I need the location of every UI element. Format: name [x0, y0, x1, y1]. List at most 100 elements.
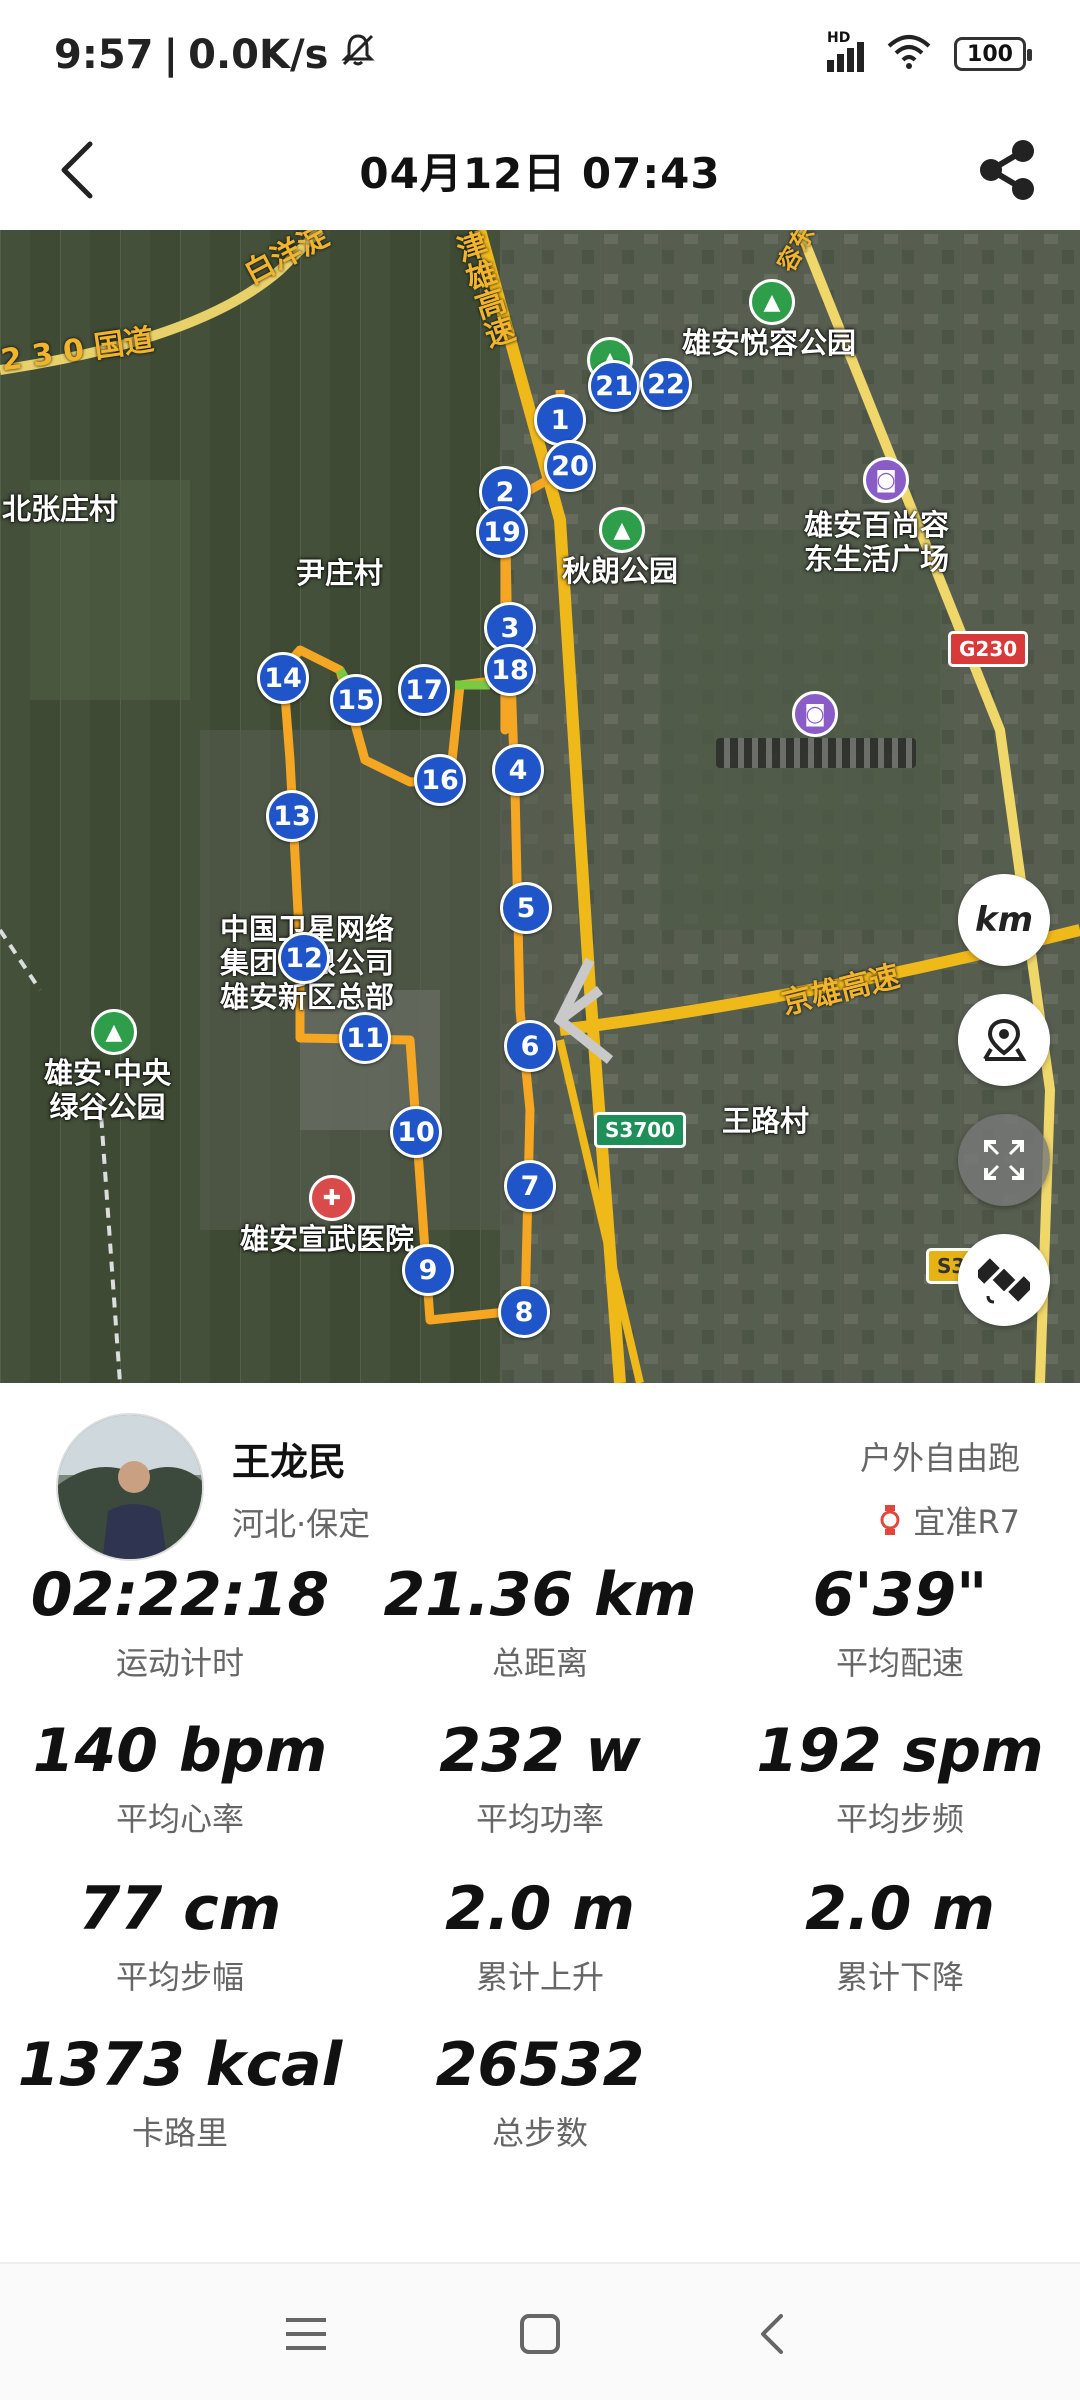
- menu-icon: [286, 2318, 326, 2350]
- km-marker: 1: [534, 394, 586, 446]
- km-marker: 5: [500, 882, 552, 934]
- nav-back-button[interactable]: [732, 2294, 812, 2374]
- stat-distance: 21.36 km 总距离: [360, 1560, 720, 1684]
- place-label-yinzhuang: 尹庄村: [296, 556, 384, 590]
- back-arrow-icon: [61, 141, 93, 199]
- place-label-baishangrong: 雄安百尚容 东生活广场: [804, 508, 950, 576]
- place-label-xuanwu-hospital: 雄安宣武医院: [240, 1222, 415, 1256]
- fullscreen-button[interactable]: [958, 1114, 1050, 1206]
- place-label-qiulang-park: 秋朗公园: [562, 554, 679, 588]
- km-marker: 21: [588, 360, 640, 412]
- stat-value: 192 spm: [756, 1716, 1044, 1786]
- page-title: 04月12日 07:43: [359, 148, 721, 198]
- shopping-basket-icon: ◙: [863, 457, 909, 503]
- signal-icon: HD: [827, 30, 864, 72]
- stat-heart-rate: 140 bpm 平均心率: [0, 1716, 360, 1840]
- stat-label: 总步数: [491, 2114, 588, 2152]
- stat-duration: 02:22:18 运动计时: [0, 1560, 360, 1684]
- stat-value: 232 w: [439, 1716, 641, 1786]
- stat-label: 卡路里: [131, 2114, 228, 2152]
- park-icon: ▲: [91, 1009, 137, 1055]
- stat-label: 总距离: [491, 1644, 588, 1682]
- unit-toggle-button[interactable]: km: [958, 874, 1050, 966]
- hd-label: HD: [827, 30, 851, 46]
- route-map[interactable]: 2 3 0 国道 白洋淀 津雄高速 京雄高速 容东 S3700 G230 S3 …: [0, 230, 1080, 1383]
- km-marker: 17: [398, 664, 450, 716]
- km-marker: 22: [640, 358, 692, 410]
- status-left: 9:57 | 0.0K/s: [54, 30, 378, 80]
- nav-back-icon: [761, 2314, 783, 2354]
- km-marker: 4: [492, 744, 544, 796]
- park-icon: ▲: [599, 507, 645, 553]
- back-button[interactable]: [36, 128, 120, 212]
- stat-calories: 1373 kcal 卡路里: [0, 2030, 360, 2154]
- km-marker: 20: [544, 440, 596, 492]
- km-marker: 11: [339, 1012, 391, 1064]
- place-label-wanglu: 王路村: [722, 1104, 810, 1138]
- stat-value: 26532: [435, 2030, 645, 2100]
- satellite-icon: [978, 1258, 1030, 1304]
- device-info: 宜准R7: [879, 1497, 1020, 1543]
- km-marker: 19: [476, 506, 528, 558]
- system-nav-bar: [0, 2262, 1080, 2400]
- location-pin-button[interactable]: [958, 994, 1050, 1086]
- place-label-yuerong-park: 雄安悦容公园: [682, 326, 857, 360]
- user-name: 王龙民: [232, 1440, 347, 1484]
- stat-value: 1373 kcal: [17, 2030, 343, 2100]
- km-marker: 13: [266, 790, 318, 842]
- km-marker: 15: [330, 674, 382, 726]
- km-marker: 9: [402, 1244, 454, 1296]
- header-bar: 04月12日 07:43: [0, 110, 1080, 230]
- place-label-central-park: 雄安·中央 绿谷公园: [44, 1056, 172, 1124]
- stat-label: 平均配速: [835, 1644, 964, 1682]
- stat-value: 2.0 m: [445, 1874, 635, 1944]
- sport-type: 户外自由跑: [859, 1439, 1020, 1477]
- avatar[interactable]: [56, 1413, 204, 1561]
- watch-icon: [880, 1505, 900, 1535]
- km-marker: 14: [257, 652, 309, 704]
- stat-power: 232 w 平均功率: [360, 1716, 720, 1840]
- mute-bell-icon: [338, 30, 378, 80]
- stat-pace: 6'39" 平均配速: [720, 1560, 1080, 1684]
- stat-value: 21.36 km: [383, 1560, 697, 1630]
- status-time: 9:57: [54, 32, 154, 78]
- fullscreen-icon: [984, 1140, 1024, 1180]
- home-square-icon: [520, 2314, 560, 2354]
- device-name: 宜准R7: [913, 1503, 1020, 1541]
- share-button[interactable]: [966, 128, 1050, 212]
- stat-value: 6'39": [812, 1560, 988, 1630]
- home-button[interactable]: [500, 2294, 580, 2374]
- location-pin-icon: [983, 1018, 1027, 1061]
- park-icon: ▲: [749, 279, 795, 325]
- stat-label: 平均步幅: [115, 1958, 244, 1996]
- wifi-icon: [886, 34, 932, 74]
- shopping-basket-icon: ◙: [792, 691, 838, 737]
- menu-button[interactable]: [266, 2294, 346, 2374]
- status-separator: |: [163, 32, 179, 78]
- km-marker: 16: [414, 754, 466, 806]
- stat-cadence: 192 spm 平均步频: [720, 1716, 1080, 1840]
- status-bar: 9:57 | 0.0K/s HD 100: [0, 0, 1080, 110]
- stat-steps: 26532 总步数: [360, 2030, 720, 2154]
- km-marker: 10: [390, 1106, 442, 1158]
- stat-value: 02:22:18: [30, 1560, 330, 1630]
- hospital-icon: ✚: [309, 1175, 355, 1221]
- stat-label: 平均功率: [475, 1800, 604, 1838]
- km-marker: 12: [278, 932, 330, 984]
- share-icon: [980, 140, 1034, 200]
- stat-value: 140 bpm: [32, 1716, 328, 1786]
- km-marker: 8: [498, 1286, 550, 1338]
- stat-descent: 2.0 m 累计下降: [720, 1874, 1080, 1998]
- place-label-beizhangzhuang: 北张庄村: [2, 492, 119, 526]
- km-marker: 7: [504, 1160, 556, 1212]
- satellite-layer-button[interactable]: [958, 1234, 1050, 1326]
- shield-s3700: S3700: [594, 1112, 687, 1148]
- unit-label: km: [974, 900, 1034, 940]
- shield-g230: G230: [948, 631, 1029, 667]
- stat-label: 累计下降: [835, 1958, 964, 1996]
- km-marker: 18: [484, 644, 536, 696]
- stat-value: 77 cm: [78, 1874, 282, 1944]
- battery-icon: 100: [954, 37, 1032, 71]
- stat-value: 2.0 m: [805, 1874, 995, 1944]
- stat-label: 平均步频: [835, 1800, 964, 1838]
